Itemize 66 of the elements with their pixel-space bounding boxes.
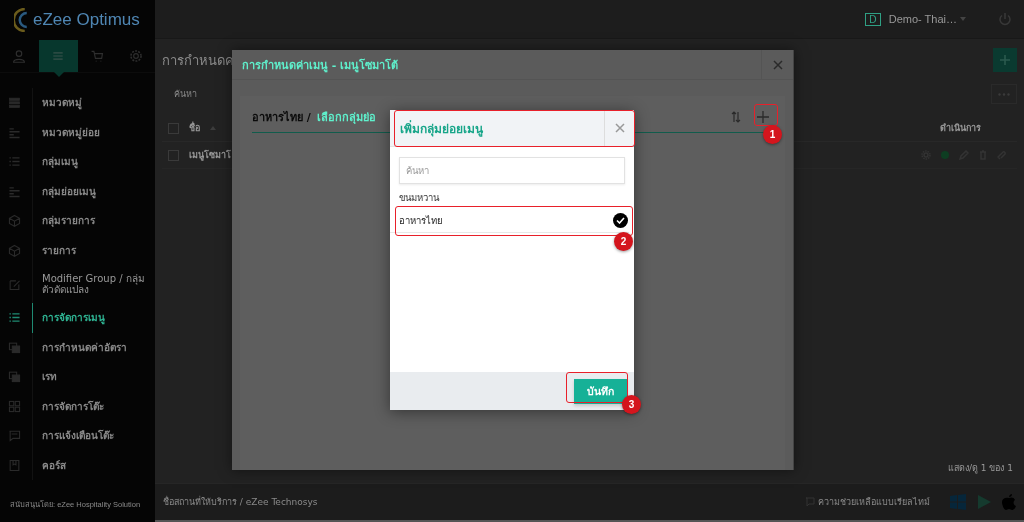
sidebar-item[interactable]: กลุ่มรายการ — [0, 206, 155, 236]
sidebar-item[interactable]: หมวดหมู่ย่อย — [0, 117, 155, 147]
dialog-title: การกำหนดค่าเมนู - เมนูโซมาโต้ — [242, 57, 399, 74]
menu-icon — [51, 49, 66, 63]
close-icon — [614, 123, 625, 133]
list-icon — [8, 155, 21, 169]
option-label: อาหารไทย — [399, 213, 443, 228]
chat-icon — [8, 429, 21, 443]
sidebar-item[interactable]: กลุ่มเมนู — [0, 147, 155, 177]
sidebar-item[interactable]: กลุ่มย่อยเมนู — [0, 176, 155, 206]
logo-icon — [14, 8, 27, 32]
highlight-overlay — [754, 104, 778, 126]
pagination-info: แสดง/ดู 1 ของ 1 — [947, 463, 1013, 473]
table-cell-text: เมนูโซมาโ — [189, 149, 231, 162]
search-field[interactable]: ค้นหา — [399, 157, 625, 184]
add-button[interactable] — [757, 111, 769, 123]
breadcrumb-current: เลือกกลุ่มย่อ — [316, 110, 376, 126]
box-icon — [8, 243, 21, 257]
power-icon[interactable] — [998, 12, 1012, 26]
sidebar-item[interactable]: หมวดหมู่ — [0, 88, 155, 118]
list-icon — [8, 125, 21, 139]
sidebar-item[interactable]: การกำหนดค่าอัตรา — [0, 332, 155, 362]
caret-icon — [960, 17, 966, 21]
apple-icon[interactable] — [1002, 494, 1016, 510]
copy-icon — [8, 340, 21, 354]
add-button[interactable] — [993, 48, 1017, 72]
more-button[interactable] — [991, 84, 1017, 104]
group-label: ขนมหวาน — [399, 192, 439, 203]
edit-icon — [8, 277, 21, 291]
sidebar-item[interactable]: คอร์ส — [0, 450, 155, 480]
option-item[interactable]: อาหารไทย — [390, 208, 629, 233]
plus-icon — [999, 54, 1011, 66]
property-selector[interactable]: Demo- Thai… — [888, 13, 966, 25]
copy-icon — [8, 370, 21, 384]
grid-list-icon — [8, 96, 21, 110]
sidebar-item[interactable]: การจัดการโต๊ะ — [0, 391, 155, 421]
windows-icon[interactable] — [950, 494, 966, 510]
location-path: ชื่อสถานที่ให้บริการ / eZee Technosys — [163, 497, 318, 507]
page-title: การกำหนดค — [162, 51, 234, 70]
row-checkbox[interactable] — [168, 149, 179, 161]
dialog-title: เพิ่มกลุ่มย่อยเมนู — [399, 119, 483, 138]
grid-icon — [8, 399, 21, 413]
sort-button[interactable] — [731, 111, 741, 123]
settings-icon — [128, 49, 143, 63]
select-all-checkbox[interactable] — [168, 122, 179, 134]
sidebar-item[interactable]: การจัดการเมนู — [0, 303, 155, 333]
sidebar-item[interactable]: เรท — [0, 362, 155, 392]
list-icon — [8, 311, 21, 325]
user-icon — [12, 49, 27, 63]
status-dot[interactable] — [940, 150, 950, 160]
search-field[interactable]: ค้นหา — [168, 87, 197, 101]
breadcrumb-item[interactable]: อาหารไทย / — [252, 108, 311, 126]
live-help-link[interactable]: ความช่วยเหลือแบบเรียลไทม์ — [805, 495, 930, 509]
sidebar-item[interactable]: การแจ้งเตือนโต๊ะ — [0, 421, 155, 451]
sidebar-item[interactable]: รายการ — [0, 235, 155, 265]
sort-arrows-icon — [731, 111, 741, 123]
list-icon — [8, 184, 21, 198]
app-logo: eZee Optimus — [33, 10, 140, 30]
close-icon — [772, 59, 783, 70]
plus-icon — [757, 111, 769, 123]
column-header: ดำเนินการ — [940, 122, 981, 135]
column-header[interactable]: ชื่อ — [189, 121, 200, 135]
property-initial: D — [865, 12, 881, 26]
bookmark-icon — [8, 458, 21, 472]
play-store-icon[interactable] — [976, 494, 992, 510]
box-icon — [8, 214, 21, 228]
